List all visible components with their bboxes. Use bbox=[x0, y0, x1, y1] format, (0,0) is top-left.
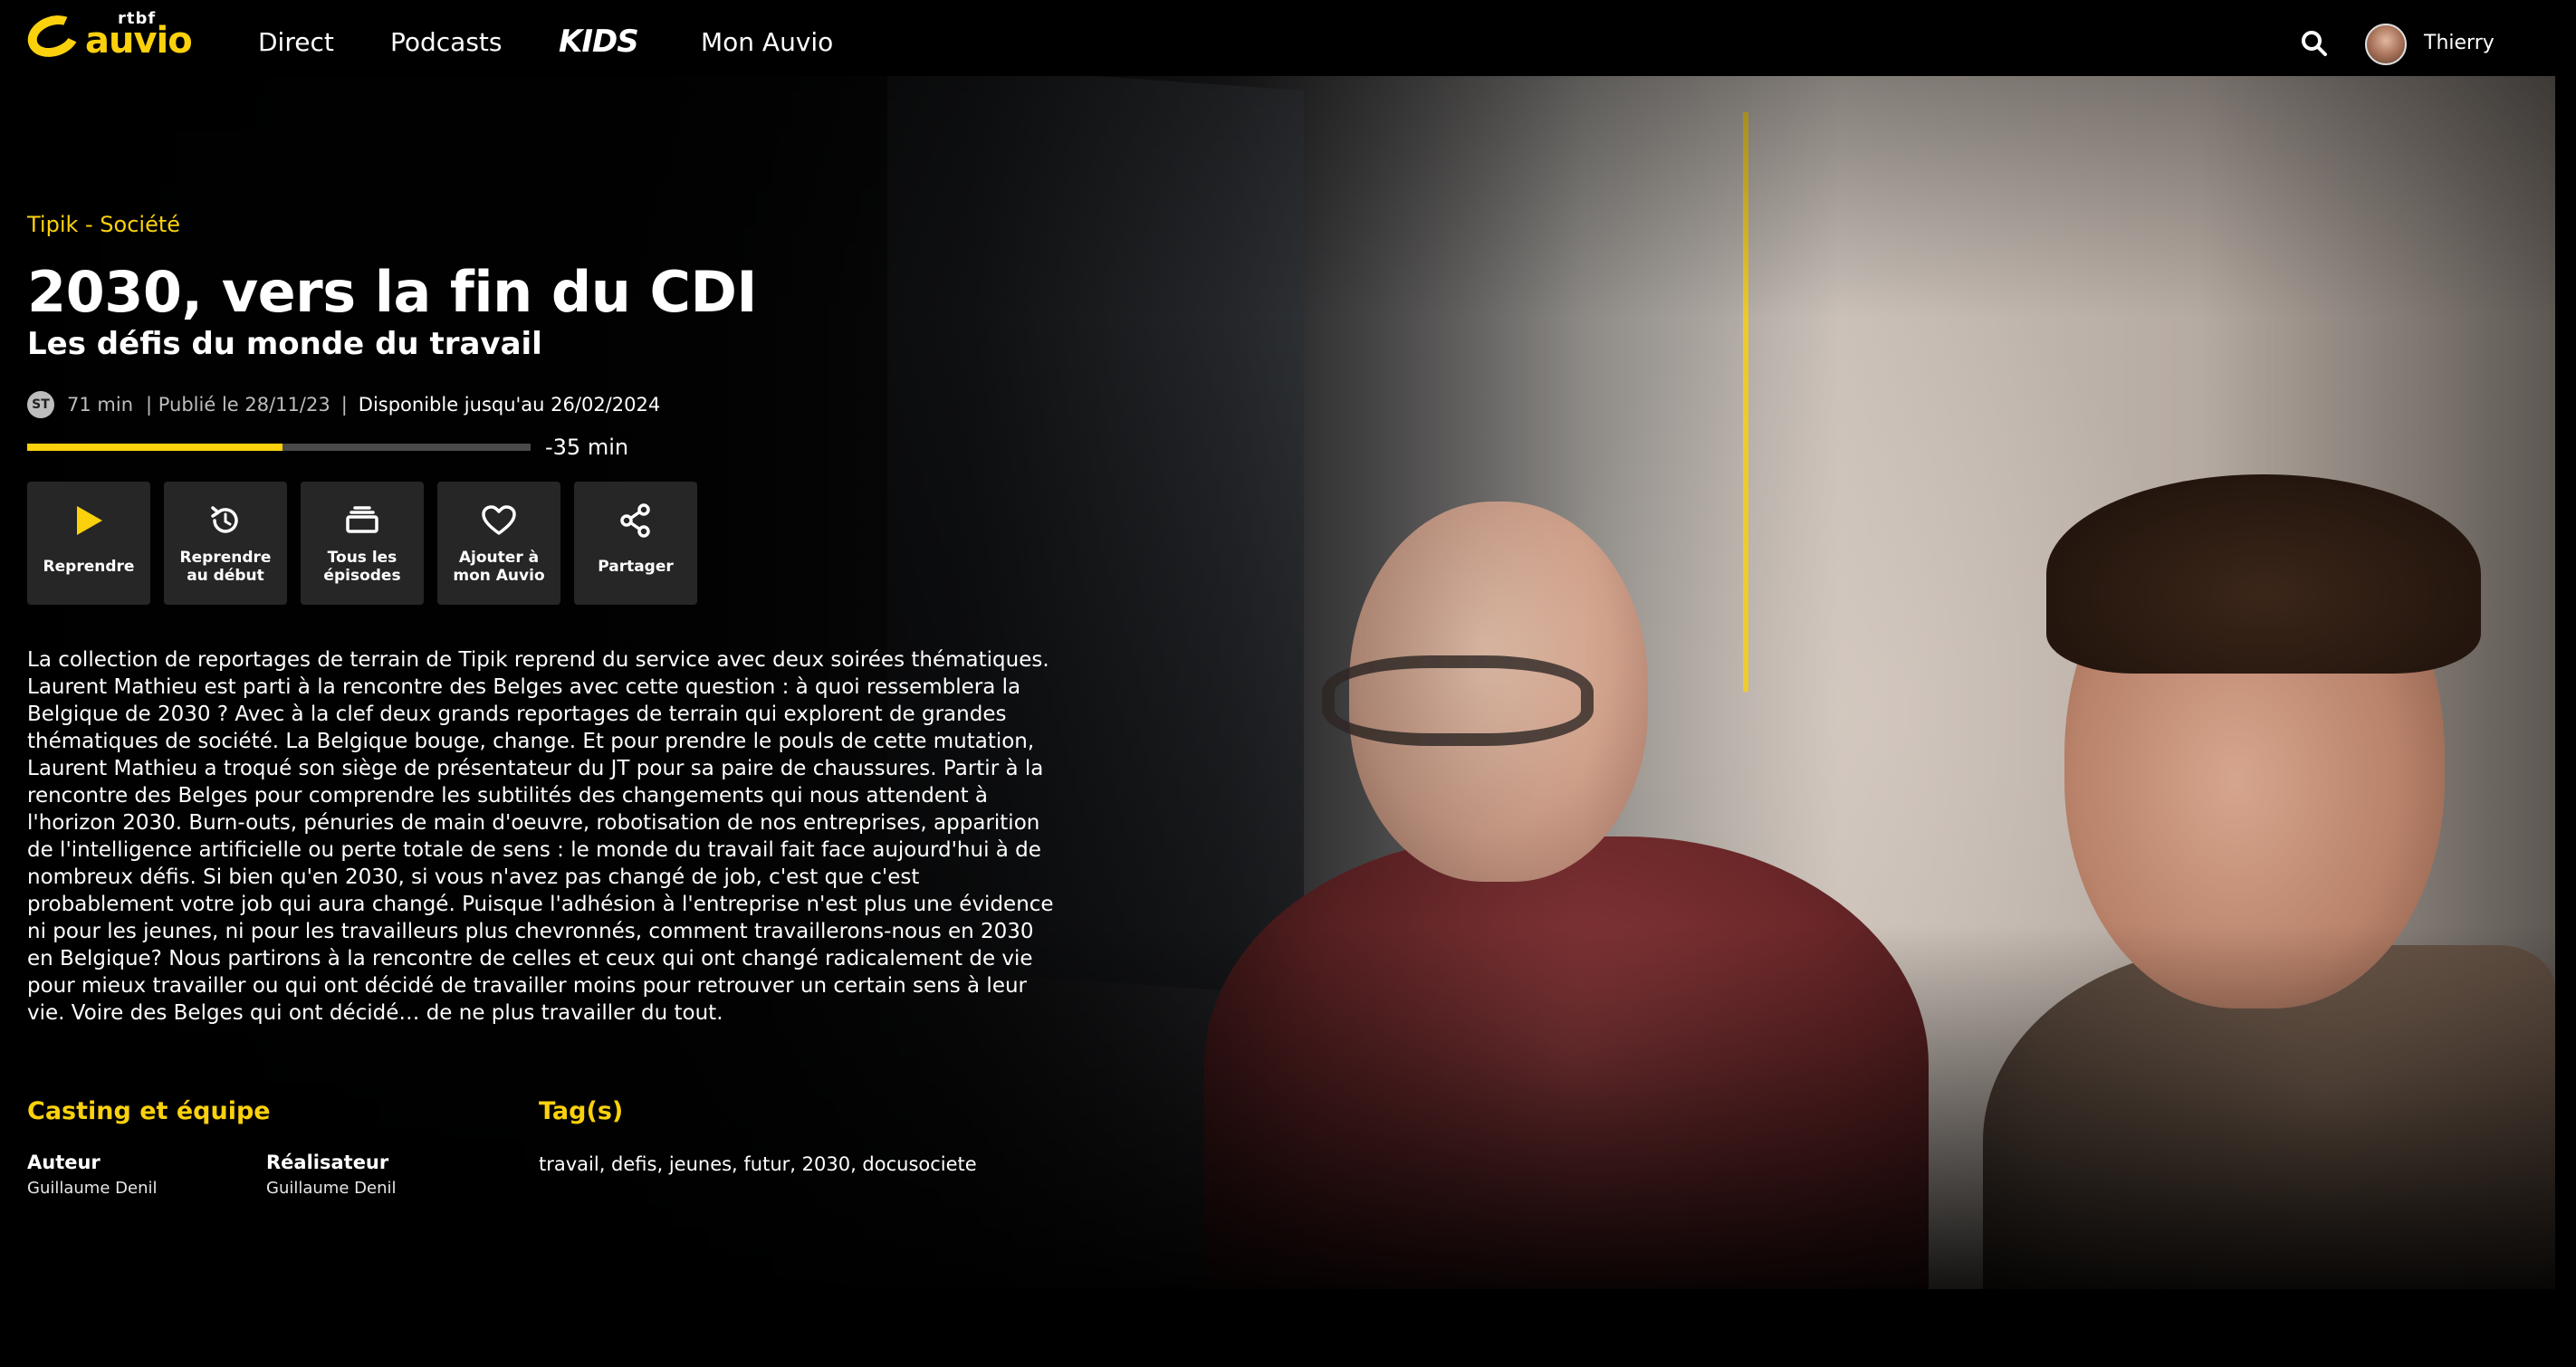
casting-person-author[interactable]: Guillaume Denil bbox=[27, 1179, 157, 1198]
program-subtitle: Les défis du monde du travail bbox=[27, 326, 542, 362]
subtitles-badge: ST bbox=[27, 391, 54, 418]
top-navigation: rtbf auvio Direct Podcasts KIDS Mon Auvi… bbox=[0, 0, 2576, 76]
program-title: 2030, vers la fin du CDI bbox=[27, 259, 758, 325]
remaining-time: -35 min bbox=[545, 435, 629, 460]
auvio-logo[interactable]: rtbf auvio bbox=[22, 7, 193, 65]
play-icon bbox=[70, 502, 108, 540]
nav-podcasts[interactable]: Podcasts bbox=[390, 27, 503, 57]
user-avatar[interactable] bbox=[2365, 24, 2407, 65]
share-label: Partager bbox=[598, 558, 674, 576]
page: rtbf auvio Direct Podcasts KIDS Mon Auvi… bbox=[0, 0, 2576, 1367]
resume-button[interactable]: Reprendre bbox=[27, 482, 150, 605]
action-buttons: Reprendre Reprendre au début Tous les ép… bbox=[27, 482, 697, 605]
availability: Disponible jusqu'au 26/02/2024 bbox=[358, 394, 661, 416]
user-name[interactable]: Thierry bbox=[2424, 32, 2495, 54]
watch-progress: -35 min bbox=[27, 435, 628, 460]
casting-heading: Casting et équipe bbox=[27, 1097, 271, 1125]
all-episodes-label: Tous les épisodes bbox=[323, 549, 401, 585]
published-date: | Publié le 28/11/23 bbox=[146, 394, 330, 416]
nav-mon-auvio[interactable]: Mon Auvio bbox=[701, 27, 833, 57]
meta-separator: | bbox=[340, 394, 348, 416]
progress-track bbox=[27, 444, 531, 451]
program-meta: ST 71 min | Publié le 28/11/23 | Disponi… bbox=[27, 391, 660, 418]
logo-auvio-text: auvio bbox=[85, 20, 193, 62]
all-episodes-button[interactable]: Tous les épisodes bbox=[301, 482, 424, 605]
share-icon bbox=[617, 502, 655, 540]
tags-heading: Tag(s) bbox=[539, 1097, 624, 1125]
add-to-my-auvio-button[interactable]: Ajouter à mon Auvio bbox=[437, 482, 560, 605]
nav-kids[interactable]: KIDS bbox=[559, 24, 639, 60]
restart-icon bbox=[206, 502, 244, 540]
add-to-my-auvio-label: Ajouter à mon Auvio bbox=[453, 549, 545, 585]
resume-label: Reprendre bbox=[43, 558, 135, 576]
share-button[interactable]: Partager bbox=[574, 482, 697, 605]
program-description: La collection de reportages de terrain d… bbox=[27, 648, 1054, 1025]
duration: 71 min bbox=[67, 394, 133, 416]
logo-ring-icon bbox=[22, 8, 85, 64]
restart-button[interactable]: Reprendre au début bbox=[164, 482, 287, 605]
casting-role-author: Auteur bbox=[27, 1152, 101, 1173]
category-breadcrumb[interactable]: Tipik - Société bbox=[27, 212, 180, 237]
casting-person-director[interactable]: Guillaume Denil bbox=[266, 1179, 396, 1198]
heart-icon bbox=[480, 502, 518, 540]
nav-direct[interactable]: Direct bbox=[258, 27, 334, 57]
tags-list[interactable]: travail, defis, jeunes, futur, 2030, doc… bbox=[539, 1153, 977, 1175]
restart-label: Reprendre au début bbox=[179, 549, 272, 585]
episodes-icon bbox=[343, 502, 381, 540]
progress-fill bbox=[27, 444, 282, 451]
search-icon[interactable] bbox=[2298, 27, 2331, 60]
casting-role-director: Réalisateur bbox=[266, 1152, 389, 1173]
